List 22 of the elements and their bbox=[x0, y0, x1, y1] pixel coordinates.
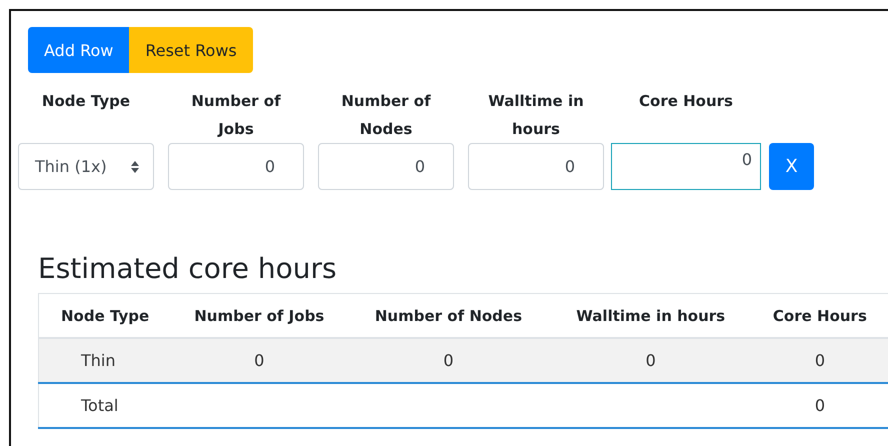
sort-icon bbox=[131, 160, 139, 172]
button[interactable]: Add Row bbox=[28, 27, 130, 73]
table-cell: 0 bbox=[347, 338, 550, 383]
table-cell: 0 bbox=[752, 338, 888, 383]
column-label: Walltime in hours bbox=[487, 91, 585, 139]
section-title: Estimated core hours bbox=[38, 252, 338, 285]
number-input[interactable]: 0 bbox=[168, 143, 304, 190]
column-label: Core Hours bbox=[638, 91, 734, 112]
table-cell: Total bbox=[38, 383, 172, 428]
column-label: Node Type bbox=[40, 91, 132, 112]
number-input[interactable]: 0 bbox=[611, 143, 761, 190]
button[interactable]: Reset Rows bbox=[129, 27, 253, 73]
number-input[interactable]: 0 bbox=[468, 143, 604, 190]
node-type-select[interactable]: Thin (1x) bbox=[18, 143, 154, 190]
table-cell: 0 bbox=[752, 383, 888, 428]
column-label: Number of Nodes bbox=[340, 91, 432, 139]
column-label: Number of Jobs bbox=[190, 91, 282, 139]
number-input[interactable]: 0 bbox=[318, 143, 454, 190]
table-cell: 0 bbox=[550, 338, 752, 383]
table-cell: 0 bbox=[171, 338, 348, 383]
remove-button[interactable]: X bbox=[769, 143, 814, 190]
table-cell: Thin bbox=[38, 338, 172, 383]
